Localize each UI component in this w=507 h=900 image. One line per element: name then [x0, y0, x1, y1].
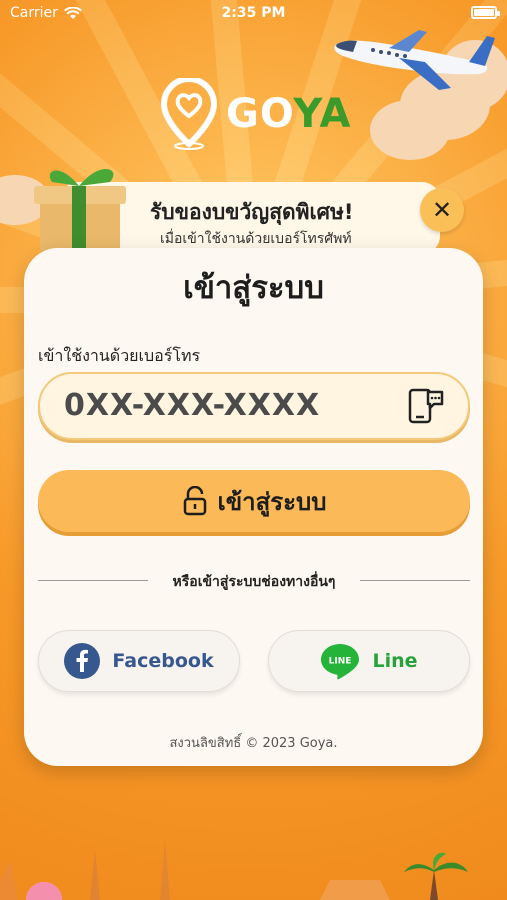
copyright-text: สงวนลิขสิทธิ์ © 2023 Goya.: [169, 736, 338, 751]
login-button-label: เข้าสู่ระบบ: [217, 487, 327, 516]
logo-text: GOYA: [226, 91, 352, 137]
phone-input[interactable]: 0XX-XXX-XXXX: [38, 372, 470, 440]
banner-subtitle: เมื่อเข้าใช้งานด้วยเบอร์โทรศัพท์: [160, 231, 352, 247]
location-pin-icon: [160, 78, 218, 150]
unlock-icon: [183, 486, 206, 516]
facebook-login-button[interactable]: Facebook: [38, 630, 240, 692]
login-card: เข้าสู่ระบบ เข้าใช้งานด้วยเบอร์โทร 0XX-X…: [24, 248, 483, 766]
login-title: เข้าสู่ระบบ: [24, 262, 483, 312]
line-icon: LINE: [321, 644, 360, 680]
alt-login-divider: หรือเข้าสู่ระบบช่องทางอื่นๆ: [38, 570, 470, 590]
facebook-icon: [64, 643, 101, 679]
facebook-label: Facebook: [112, 650, 214, 672]
landmark-illustration: [0, 840, 468, 900]
status-time: 2:35 PM: [221, 5, 286, 21]
phone-field-label: เข้าใช้งานด้วยเบอร์โทร: [38, 346, 201, 365]
login-button[interactable]: เข้าสู่ระบบ: [38, 470, 470, 532]
gift-box-icon: [34, 168, 126, 252]
battery-icon: [471, 6, 500, 19]
line-label: Line: [372, 650, 418, 672]
close-banner-button[interactable]: ✕: [420, 188, 464, 232]
divider-text: หรือเข้าสู่ระบบช่องทางอื่นๆ: [172, 574, 336, 590]
app-logo: GOYA: [158, 78, 352, 150]
airplane-illustration: [334, 30, 495, 90]
banner-title: รับของบขวัญสุดพิเศษ!: [150, 200, 354, 224]
line-badge-text: LINE: [329, 657, 352, 667]
line-login-button[interactable]: LINE Line: [268, 630, 470, 692]
phone-chat-icon: [408, 388, 444, 424]
close-icon: ✕: [431, 196, 453, 224]
phone-placeholder: 0XX-XXX-XXXX: [64, 388, 321, 423]
